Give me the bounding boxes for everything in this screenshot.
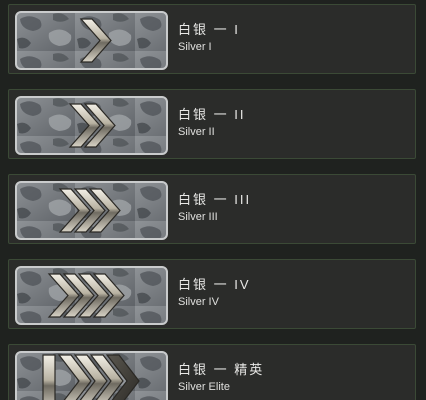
- rank-badge: [15, 11, 168, 70]
- rank-subtitle: Silver I: [178, 41, 212, 53]
- chevron-elite-icon: [15, 351, 168, 400]
- rank-card-silver-2[interactable]: 白银 一 II Silver II: [8, 89, 416, 159]
- rank-title: 白银 一 精英: [178, 362, 265, 377]
- rank-card-silver-4[interactable]: 白银 一 IV Silver IV: [8, 259, 416, 329]
- chevron-3-icon: [15, 181, 168, 240]
- rank-title: 白银 一 III: [178, 192, 252, 207]
- rank-card-silver-1[interactable]: 白银 一 I Silver I: [8, 4, 416, 74]
- rank-subtitle: Silver Elite: [178, 381, 230, 393]
- rank-subtitle: Silver IV: [178, 296, 219, 308]
- rank-list: 白银 一 I Silver I 白银 一 II Silver II 白银 一 I…: [0, 0, 426, 400]
- rank-badge: [15, 266, 168, 325]
- rank-card-silver-3[interactable]: 白银 一 III Silver III: [8, 174, 416, 244]
- chevron-4-icon: [15, 266, 168, 325]
- rank-card-silver-elite[interactable]: 白银 一 精英 Silver Elite: [8, 344, 416, 400]
- rank-subtitle: Silver II: [178, 126, 215, 138]
- rank-title: 白银 一 IV: [178, 277, 251, 292]
- chevron-1-icon: [15, 11, 168, 70]
- rank-badge: [15, 96, 168, 155]
- rank-badge: [15, 351, 168, 400]
- chevron-2-icon: [15, 96, 168, 155]
- rank-title: 白银 一 I: [178, 22, 240, 37]
- rank-title: 白银 一 II: [178, 107, 246, 122]
- rank-badge: [15, 181, 168, 240]
- rank-subtitle: Silver III: [178, 211, 218, 223]
